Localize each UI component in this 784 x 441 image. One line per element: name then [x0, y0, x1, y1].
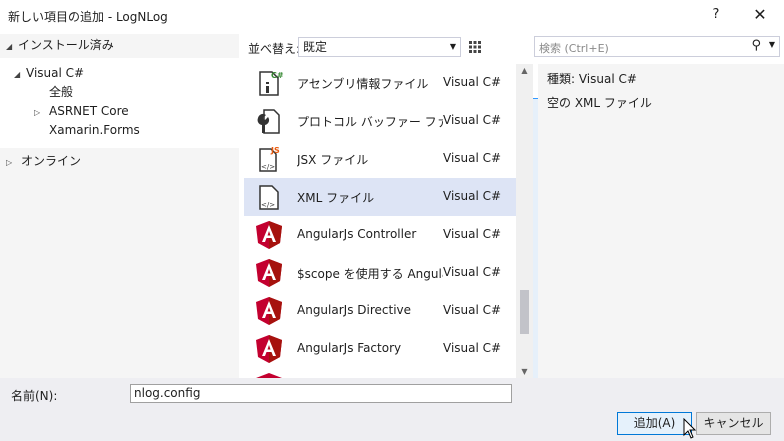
- template-language: Visual C#: [443, 303, 502, 317]
- installed-tree: ◢ Visual C# 全般 ▷ ASRNET Core Xamarin.Forms: [0, 58, 239, 148]
- expanded-arrow-icon: ◢: [6, 42, 13, 51]
- scrollbar-thumb[interactable]: [520, 290, 529, 334]
- help-button[interactable]: ?: [706, 5, 726, 25]
- list-item[interactable]: C# アセンブリ情報ファイル Visual C#: [244, 64, 516, 102]
- tree-item-label: インストール済み: [18, 38, 114, 52]
- sort-value: 既定: [303, 40, 328, 54]
- template-name: JSX ファイル: [297, 153, 369, 167]
- svg-text:JS: JS: [270, 146, 280, 155]
- template-name: XML ファイル: [297, 191, 375, 205]
- window-title: 新しい項目の追加 - LogNLog: [8, 10, 168, 24]
- list-item[interactable]: プロトコル バッファー ファイル Visual C#: [244, 102, 516, 140]
- svg-text:C#: C#: [271, 71, 284, 80]
- scroll-up-icon[interactable]: ▲: [516, 66, 533, 75]
- scroll-down-icon[interactable]: ▼: [516, 367, 533, 376]
- search-icon[interactable]: ⚲: [751, 38, 761, 53]
- grid-view-button[interactable]: [464, 36, 486, 58]
- xml-file-icon: </>: [259, 185, 279, 210]
- list-item-selected[interactable]: </> XML ファイル Visual C#: [244, 178, 516, 216]
- wrench-file-icon: [257, 109, 280, 134]
- assembly-info-icon: C#: [259, 71, 284, 96]
- tree-item-xamarin-forms[interactable]: Xamarin.Forms: [49, 121, 140, 140]
- title-bar: 新しい項目の追加 - LogNLog ? ✕: [0, 0, 784, 30]
- template-name: プロトコル バッファー ファイル: [297, 115, 443, 129]
- template-language: Visual C#: [443, 341, 502, 355]
- add-button[interactable]: 追加(A): [617, 412, 692, 435]
- template-language: Visual C#: [443, 151, 502, 165]
- tree-item-visual-csharp[interactable]: ◢ Visual C#: [14, 64, 84, 83]
- name-input[interactable]: nlog.config: [130, 384, 512, 403]
- mouse-cursor-icon: [683, 418, 697, 439]
- template-list: C# アセンブリ情報ファイル Visual C# プロトコル バッファー ファイ…: [244, 64, 516, 378]
- name-label: 名前(N):: [11, 389, 58, 403]
- angular-icon: [256, 259, 282, 287]
- tree-item-label: 全般: [49, 85, 74, 99]
- search-input[interactable]: 検索 (Ctrl+E): [539, 40, 609, 56]
- tree-item-label: Xamarin.Forms: [49, 123, 140, 137]
- list-item[interactable]: AngularJs Factory Visual C#: [244, 330, 516, 368]
- tree-item-label: Visual C#: [26, 66, 85, 80]
- template-name: AngularJs Directive: [297, 303, 412, 317]
- svg-text:</>: </>: [261, 163, 275, 171]
- category-pane: ◢ インストール済み ◢ Visual C# 全般 ▷ ASRNET Core Xam…: [0, 34, 239, 378]
- jsx-file-icon: JS </>: [259, 146, 280, 172]
- template-language: Visual C#: [443, 189, 502, 203]
- template-name: $scope を使用する Angular...: [297, 267, 443, 281]
- svg-text:</>: </>: [261, 201, 275, 209]
- angular-icon: [256, 221, 282, 249]
- list-item[interactable]: AngularJs Directive Visual C#: [244, 292, 516, 330]
- details-pane: 種類: Visual C# 空の XML ファイル: [538, 64, 784, 378]
- tree-item-label: オンライン: [21, 154, 82, 168]
- tree-item-online[interactable]: ▷ オンライン: [6, 152, 81, 171]
- sort-dropdown[interactable]: 既定 ▼: [298, 37, 461, 57]
- template-name: AngularJs Controller: [297, 227, 417, 241]
- close-button[interactable]: ✕: [748, 5, 772, 25]
- list-item[interactable]: JS </> JSX ファイル Visual C#: [244, 140, 516, 178]
- template-name: AngularJs Factory: [297, 341, 402, 355]
- list-item-partial[interactable]: [244, 368, 516, 378]
- chevron-down-icon[interactable]: ▼: [769, 40, 775, 49]
- tree-item-general[interactable]: 全般: [49, 83, 73, 102]
- list-item[interactable]: $scope を使用する Angular... Visual C#: [244, 254, 516, 292]
- template-language: Visual C#: [443, 227, 502, 241]
- list-scrollbar[interactable]: ▲ ▼: [516, 64, 533, 378]
- grid-view-icon: [469, 41, 481, 53]
- collapsed-arrow-icon: ▷: [34, 108, 41, 117]
- chevron-down-icon: ▼: [449, 42, 456, 51]
- angular-icon: [256, 335, 282, 363]
- template-description: 空の XML ファイル: [547, 96, 652, 110]
- expanded-arrow-icon: ◢: [14, 70, 21, 79]
- template-language: Visual C#: [443, 265, 502, 279]
- template-type: 種類: Visual C#: [547, 72, 637, 86]
- search-box[interactable]: 検索 (Ctrl+E) ⚲ ▼: [534, 36, 780, 57]
- collapsed-arrow-icon: ▷: [6, 158, 13, 167]
- list-item[interactable]: AngularJs Controller Visual C#: [244, 216, 516, 254]
- bottom-panel: 名前(N): nlog.config 追加(A) キャンセル: [0, 378, 784, 441]
- angular-icon: [256, 297, 282, 325]
- template-language: Visual C#: [443, 75, 502, 89]
- tree-item-installed[interactable]: ◢ インストール済み: [6, 36, 114, 55]
- template-language: Visual C#: [443, 113, 502, 127]
- tree-item-aspnet-core[interactable]: ▷ ASRNET Core: [34, 102, 129, 121]
- template-name: アセンブリ情報ファイル: [297, 77, 429, 91]
- tree-item-label: ASRNET Core: [49, 104, 129, 118]
- sort-label: 並べ替え:: [248, 42, 301, 56]
- cancel-button[interactable]: キャンセル: [696, 412, 771, 435]
- sort-toolbar: 並べ替え: 既定 ▼: [244, 34, 759, 412]
